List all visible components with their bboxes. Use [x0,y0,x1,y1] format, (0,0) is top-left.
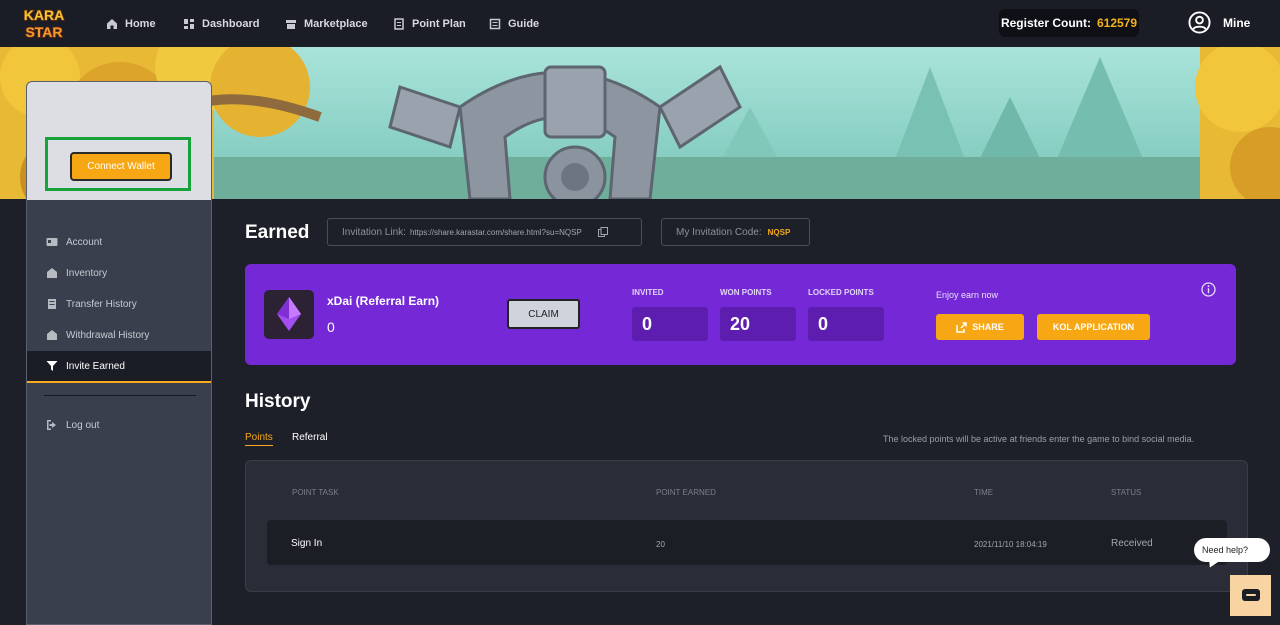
need-help-bubble[interactable]: Need help? [1194,538,1270,562]
xdai-crystal-icon [277,297,301,331]
register-count-label: Register Count: [1000,16,1091,30]
nav-guide-label: Guide [508,17,540,30]
invitation-code-box: My Invitation Code: NQSP [661,218,810,246]
transfer-history-icon [48,299,56,309]
sidebar-item-account[interactable]: Account [27,228,211,256]
row-status: Received [1111,538,1153,549]
sidebar-item-label: Withdrawal History [66,329,150,341]
sidebar-item-label: Transfer History [66,298,137,310]
inventory-icon [47,268,57,278]
row-earned: 20 [656,540,665,549]
sidebar-item-label: Inventory [66,267,108,279]
share-button[interactable]: SHARE [936,314,1024,340]
row-task: Sign In [291,538,323,549]
marketplace-icon [286,19,296,29]
user-menu[interactable]: Mine [1188,11,1250,34]
share-label: SHARE [972,322,1004,332]
locked-points-label: LOCKED POINTS [808,288,874,297]
nav-guide[interactable]: Guide [489,0,539,47]
locked-points-value: 0 [808,307,884,341]
sidebar-item-invite-earned[interactable]: Invite Earned [27,351,211,383]
won-points-value: 20 [720,307,796,341]
logout-button[interactable]: Log out [27,411,211,439]
top-navigation: KARA STAR Home Dashboard Marketplace Poi… [0,0,1280,47]
user-label: Mine [1223,15,1251,30]
register-count-badge: Register Count: 612579 [999,9,1139,37]
svg-text:STAR: STAR [25,24,62,40]
svg-text:KARA: KARA [24,7,64,23]
column-header: POINT TASK [292,488,339,497]
nav-dashboard-label: Dashboard [202,17,260,30]
nav-marketplace[interactable]: Marketplace [285,0,368,47]
sidebar: Connect Wallet Account Inventory Transfe… [26,81,212,625]
claim-button[interactable]: CLAIM [507,299,580,329]
invite-earned-icon [46,361,58,371]
invitation-code-value[interactable]: NQSP [768,228,791,237]
history-table: POINT TASK POINT EARNED TIME STATUS Sign… [245,460,1248,592]
kol-application-button[interactable]: KOL APPLICATION [1037,314,1150,340]
withdrawal-history-icon [47,330,57,340]
dashboard-icon [184,18,194,29]
user-avatar-icon [1188,11,1211,34]
invitation-code-label: My Invitation Code: [676,226,762,238]
sidebar-item-label: Invite Earned [66,360,125,372]
point-plan-icon [394,17,404,30]
share-icon [956,321,967,333]
nav-home[interactable]: Home [106,0,156,47]
history-title: History [245,391,311,412]
locked-points-note: The locked points will be active at frie… [883,434,1195,444]
enjoy-earn-text: Enjoy earn now [936,290,999,300]
invited-label: INVITED [632,288,664,297]
column-header: POINT EARNED [656,488,716,497]
xdai-token-tile [264,290,314,339]
nav-point-plan[interactable]: Point Plan [393,0,466,47]
sidebar-item-transfer-history[interactable]: Transfer History [27,290,211,318]
invitation-link-value: https://share.karastar.com/share.html?su… [409,227,582,237]
nav-home-label: Home [125,17,156,30]
nav-marketplace-label: Marketplace [304,17,368,30]
sidebar-item-withdrawal-history[interactable]: Withdrawal History [27,321,211,349]
connect-wallet-button[interactable]: Connect Wallet [70,152,172,181]
sidebar-divider [44,395,196,396]
sidebar-item-inventory[interactable]: Inventory [27,259,211,287]
copy-icon[interactable] [597,227,608,237]
referral-earn-card: xDai (Referral Earn) 0 CLAIM INVITED 0 W… [245,264,1236,365]
invitation-link-label: Invitation Link: [342,226,406,238]
column-header: TIME [974,488,994,497]
row-time: 2021/11/10 18:04:19 [974,540,1047,549]
connect-wallet-highlight: Connect Wallet [45,137,191,191]
invitation-link-box: Invitation Link: https://share.karastar.… [327,218,642,246]
earned-title: Earned [245,222,310,243]
xdai-value: 0 [327,319,335,335]
nav-dashboard[interactable]: Dashboard [183,0,259,47]
chat-icon [1241,588,1260,601]
tab-referral[interactable]: Referral [292,432,328,443]
logout-icon [47,420,56,430]
xdai-title: xDai (Referral Earn) [327,294,440,308]
won-points-label: WON POINTS [720,288,772,297]
tab-points[interactable]: Points [245,432,273,446]
logout-label: Log out [66,419,100,431]
nav-point-plan-label: Point Plan [412,17,466,30]
sidebar-wallet-panel: Connect Wallet [27,82,211,200]
invited-value: 0 [632,307,708,341]
home-icon [107,18,117,29]
account-icon [46,238,58,246]
info-icon[interactable] [1201,282,1216,297]
table-row: Sign In 20 2021/11/10 18:04:19 Received [267,520,1227,565]
register-count-value: 612579 [1096,16,1138,30]
karastar-logo[interactable]: KARA STAR [12,5,76,41]
sidebar-item-label: Account [66,236,103,248]
column-header: STATUS [1111,488,1142,497]
guide-icon [489,18,501,29]
help-chat-button[interactable] [1230,575,1271,616]
